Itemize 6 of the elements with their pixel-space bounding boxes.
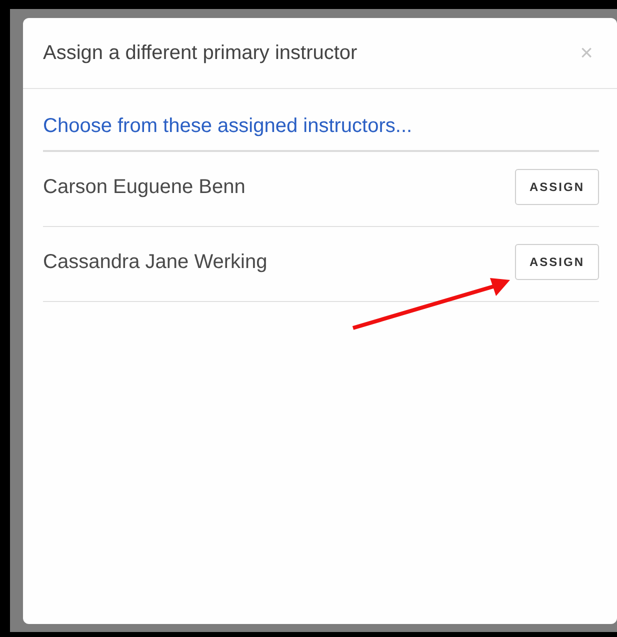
instructor-name: Cassandra Jane Werking [43,250,268,274]
prompt-link[interactable]: Choose from these assigned instructors... [43,115,599,152]
dialog-title: Assign a different primary instructor [43,42,358,64]
assign-button[interactable]: ASSIGN [515,244,599,280]
instructor-name: Carson Euguene Benn [43,176,246,198]
assign-button[interactable]: ASSIGN [515,169,599,205]
